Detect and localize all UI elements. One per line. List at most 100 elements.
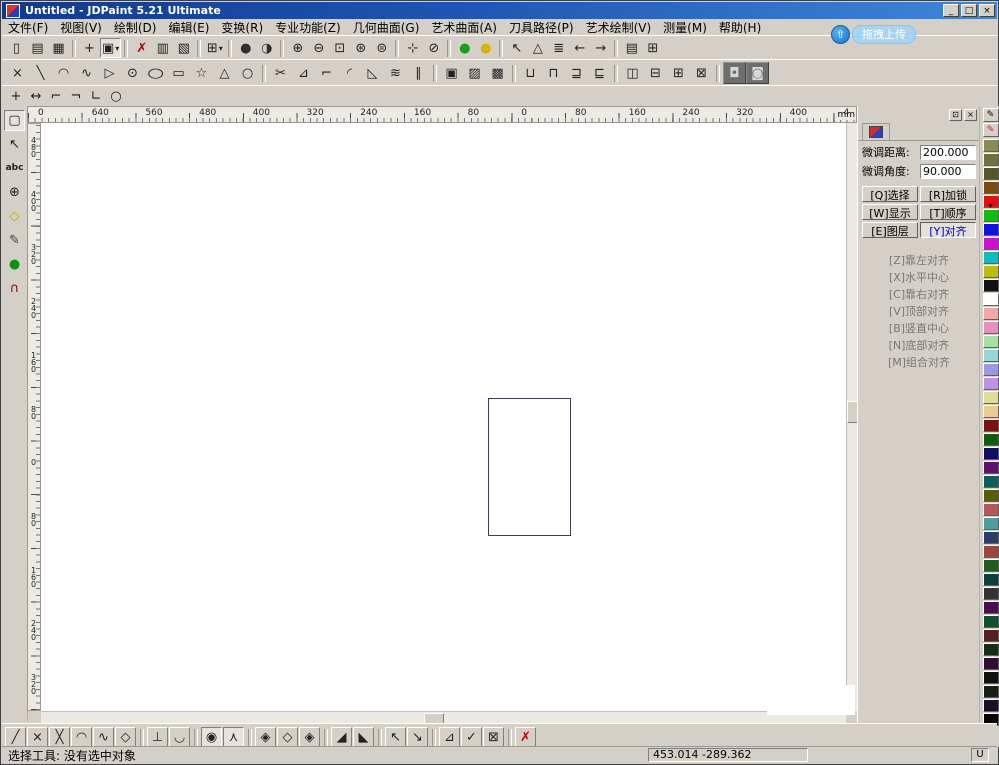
color-swatch[interactable]: [983, 293, 999, 306]
menu-geometric-surface[interactable]: 几何曲面(G): [347, 18, 426, 37]
property-table-button[interactable]: ⊞: [642, 38, 663, 58]
save-button[interactable]: ▦: [48, 38, 69, 58]
color-swatch[interactable]: [983, 447, 999, 460]
drawn-rectangle[interactable]: [488, 398, 571, 536]
star-button[interactable]: ☆: [190, 62, 213, 84]
clipboard-button[interactable]: ▤: [621, 38, 642, 58]
color-swatch[interactable]: [983, 335, 999, 348]
minimize-button[interactable]: _: [943, 4, 959, 17]
check-ok-button[interactable]: ✓: [461, 727, 482, 747]
menu-help[interactable]: 帮助(H): [713, 18, 767, 37]
zoom-in-button[interactable]: ⊕: [287, 38, 308, 58]
nudge-distance-input[interactable]: [920, 145, 976, 160]
dim-node-button[interactable]: ×: [27, 727, 48, 747]
color-swatch[interactable]: [983, 307, 999, 320]
fill-color-tool-button[interactable]: ◇: [4, 206, 25, 227]
color-swatch[interactable]: [983, 489, 999, 502]
color-swatch[interactable]: [983, 321, 999, 334]
select-mode-button[interactable]: [Q]选择: [862, 186, 918, 202]
snap-clear-button[interactable]: ✗: [515, 727, 536, 747]
snap-center-button[interactable]: ◇: [277, 727, 298, 747]
layer-mode-button[interactable]: [E]图层: [862, 222, 918, 238]
color-swatch[interactable]: [983, 671, 999, 684]
fill-hatch-button[interactable]: ▨: [463, 62, 486, 84]
zoom-out-button[interactable]: ⊖: [308, 38, 329, 58]
text-tool-button[interactable]: abc: [4, 158, 25, 179]
dim-line-button[interactable]: ╱: [5, 727, 26, 747]
color-swatch[interactable]: [983, 405, 999, 418]
fill-grid-button[interactable]: ▩: [486, 62, 509, 84]
node-plus-button[interactable]: ⊞: [667, 62, 690, 84]
menu-toolpath[interactable]: 刀具路径(P): [503, 18, 580, 37]
pick-lower-button[interactable]: ↘: [407, 727, 428, 747]
align-hcenter-item[interactable]: [X]水平中心: [858, 269, 980, 286]
copy-button[interactable]: ▥: [152, 38, 173, 58]
menu-edit[interactable]: 编辑(E): [162, 18, 215, 37]
zoom-all-button[interactable]: ⊛: [350, 38, 371, 58]
shape-dim-button[interactable]: ○: [106, 88, 126, 106]
subtract-button[interactable]: ⊓: [542, 62, 565, 84]
color-swatch[interactable]: [983, 251, 999, 264]
zoom-dynamic-button[interactable]: ⊘: [423, 38, 444, 58]
color-swatch[interactable]: [983, 153, 999, 166]
panel-float-button[interactable]: ⊡: [949, 109, 962, 121]
color-swatch[interactable]: [983, 181, 999, 194]
color-swatch[interactable]: [983, 223, 999, 236]
fill-solid-button[interactable]: ▣: [440, 62, 463, 84]
pick-frame-button[interactable]: △: [527, 38, 548, 58]
corner-button[interactable]: ⌐: [315, 62, 338, 84]
color-swatch[interactable]: [983, 377, 999, 390]
menu-professional[interactable]: 专业功能(Z): [269, 18, 347, 37]
title-bar[interactable]: Untitled - JDPaint 5.21 Ultimate _ □ ×: [2, 2, 997, 19]
node-break-button[interactable]: ⊠: [690, 62, 713, 84]
upload-button[interactable]: 拖拽上传: [852, 25, 916, 44]
paste-button[interactable]: ▧: [173, 38, 194, 58]
dim-shape-button[interactable]: ◇: [115, 727, 136, 747]
snap-perp-button[interactable]: ⊥: [147, 727, 168, 747]
intersect-button[interactable]: ⊒: [565, 62, 588, 84]
corner-dim-button[interactable]: ⌐: [46, 88, 66, 106]
nudge-angle-input[interactable]: [920, 164, 976, 179]
pick-point-button[interactable]: ↖: [506, 38, 527, 58]
color-swatch[interactable]: [983, 265, 999, 278]
menu-view[interactable]: 视图(V): [54, 18, 108, 37]
chamfer-button[interactable]: ◺: [361, 62, 384, 84]
open-button[interactable]: ▤: [27, 38, 48, 58]
color-swatch[interactable]: [983, 279, 999, 292]
render-shade-button[interactable]: ◑: [256, 38, 277, 58]
menu-art-draw[interactable]: 艺术绘制(V): [580, 18, 658, 37]
fillet-button[interactable]: ◜: [338, 62, 361, 84]
magnet-tool-button[interactable]: ∩: [4, 278, 25, 299]
knife-tool-button[interactable]: ✎: [4, 230, 25, 251]
snap-mid-button[interactable]: ◈: [255, 727, 276, 747]
zoom-select-button[interactable]: ⊜: [371, 38, 392, 58]
color-swatch[interactable]: [983, 209, 999, 222]
history-forward-button[interactable]: →: [590, 38, 611, 58]
dim-cross-button[interactable]: ╳: [49, 727, 70, 747]
align-bottom-item[interactable]: [N]底部对齐: [858, 337, 980, 354]
align-mode-button[interactable]: [Y]对齐: [920, 222, 976, 238]
color-swatch[interactable]: [983, 573, 999, 586]
weld-button[interactable]: ⊔: [519, 62, 542, 84]
center-pick-tool-button[interactable]: ⊕: [4, 182, 25, 203]
color-swatch[interactable]: [983, 601, 999, 614]
erase-button[interactable]: ×: [6, 62, 29, 84]
guide-upper-button[interactable]: ◣: [353, 727, 374, 747]
trim-button[interactable]: ✂: [269, 62, 292, 84]
drop-tool-button[interactable]: ●: [4, 254, 25, 275]
arc-button[interactable]: ◠: [52, 62, 75, 84]
polygon-tool-button[interactable]: ▷: [98, 62, 121, 84]
curve-button[interactable]: ∿: [75, 62, 98, 84]
color-swatch[interactable]: [983, 559, 999, 572]
menu-transform[interactable]: 变换(R): [215, 18, 269, 37]
snap-move-button[interactable]: +: [79, 38, 100, 58]
preview-dark-button[interactable]: ◘: [723, 62, 746, 84]
array-button[interactable]: ⊞▾: [204, 38, 225, 58]
align-top-item[interactable]: [V]顶部对齐: [858, 303, 980, 320]
check-box-button[interactable]: ⊠: [483, 727, 504, 747]
snap-body-button[interactable]: ⋏: [223, 727, 244, 747]
color-swatch[interactable]: [983, 237, 999, 250]
ellipse-button[interactable]: ○: [144, 62, 167, 84]
color-swatch[interactable]: [983, 461, 999, 474]
panel-close-button[interactable]: ×: [964, 109, 977, 121]
